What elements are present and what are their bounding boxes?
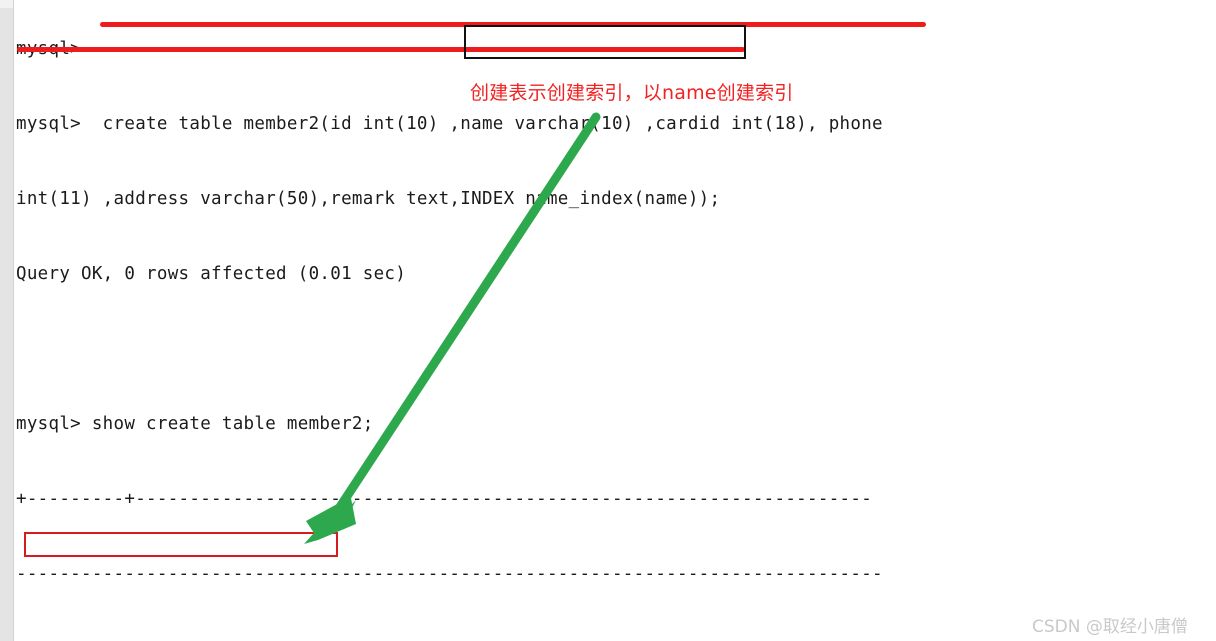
gutter-corner — [0, 0, 13, 8]
screenshot-root: mysql> mysql> create table member2(id in… — [0, 0, 1216, 641]
terminal-line: int(11) ,address varchar(50),remark text… — [16, 189, 721, 209]
terminal-line: mysql> show create table member2; — [16, 414, 374, 434]
terminal-line: ----------------------------------------… — [16, 564, 883, 584]
terminal-line: ----------------------------------------… — [16, 637, 1206, 641]
terminal-output: mysql> mysql> create table member2(id in… — [16, 0, 1206, 641]
terminal-line: +---------+-----------------------------… — [16, 489, 873, 509]
terminal-line: mysql> create table member2(id int(10) ,… — [16, 114, 883, 134]
terminal-line: Query OK, 0 rows affected (0.01 sec) — [16, 264, 407, 284]
editor-left-gutter — [0, 0, 14, 641]
terminal-line: mysql> — [16, 39, 92, 59]
